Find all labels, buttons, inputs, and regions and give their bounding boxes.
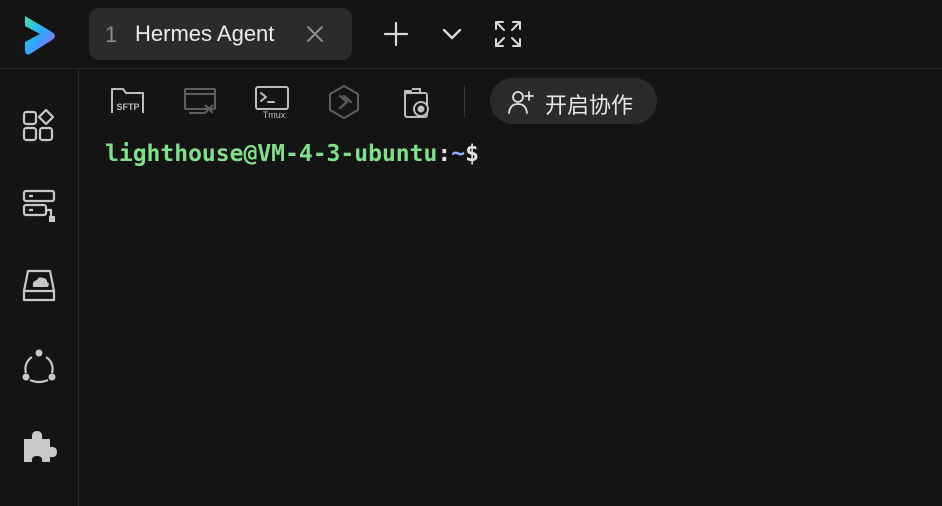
terminal-app-window: 1 Hermes Agent SFTP Tmux 开启协作 lighthouse… (0, 0, 942, 506)
toolbar-divider (464, 85, 465, 117)
server-network-icon[interactable] (20, 187, 58, 225)
remote-desktop-icon (184, 88, 216, 114)
tmux-terminal-icon[interactable]: Tmux (253, 83, 291, 121)
prompt-user-host: lighthouse@VM-4-3-ubuntu (105, 141, 438, 167)
apps-grid-icon[interactable] (20, 107, 58, 145)
app-logo-icon (25, 16, 55, 55)
tab-title: Hermes Agent (135, 21, 275, 46)
prompt-colon: : (437, 141, 452, 167)
prompt-symbol: $ (465, 141, 479, 167)
add-user-icon (508, 91, 534, 114)
add-tab-icon[interactable] (380, 18, 412, 50)
fullscreen-icon[interactable] (492, 18, 524, 50)
sftp-folder-icon[interactable]: SFTP (109, 83, 147, 121)
shell-prompt: lighthouse@VM-4-3-ubuntu:~$ (105, 139, 479, 169)
plugin-hexagon-icon (329, 85, 359, 119)
chevron-down-icon[interactable] (436, 18, 468, 50)
session-toolbar: SFTP Tmux 开启协作 (79, 69, 942, 133)
cloud-drive-icon[interactable] (20, 267, 58, 305)
tab-hermes-agent[interactable]: 1 Hermes Agent (89, 8, 352, 60)
tab-index: 1 (105, 22, 118, 47)
terminal-pane[interactable]: lighthouse@VM-4-3-ubuntu:~$ (79, 133, 942, 506)
start-collaboration-button[interactable]: 开启协作 (490, 78, 657, 124)
screen-record-icon[interactable] (397, 83, 435, 121)
prompt-path: ~ (451, 141, 466, 167)
sftp-label: SFTP (116, 102, 139, 112)
left-sidebar (0, 69, 79, 506)
collab-label: 开启协作 (545, 94, 634, 119)
puzzle-plugin-icon[interactable] (20, 427, 58, 465)
tmux-label: Tmux (263, 110, 286, 120)
title-bar: 1 Hermes Agent (0, 0, 942, 69)
close-icon[interactable] (303, 22, 327, 46)
share-nodes-icon[interactable] (20, 347, 58, 385)
